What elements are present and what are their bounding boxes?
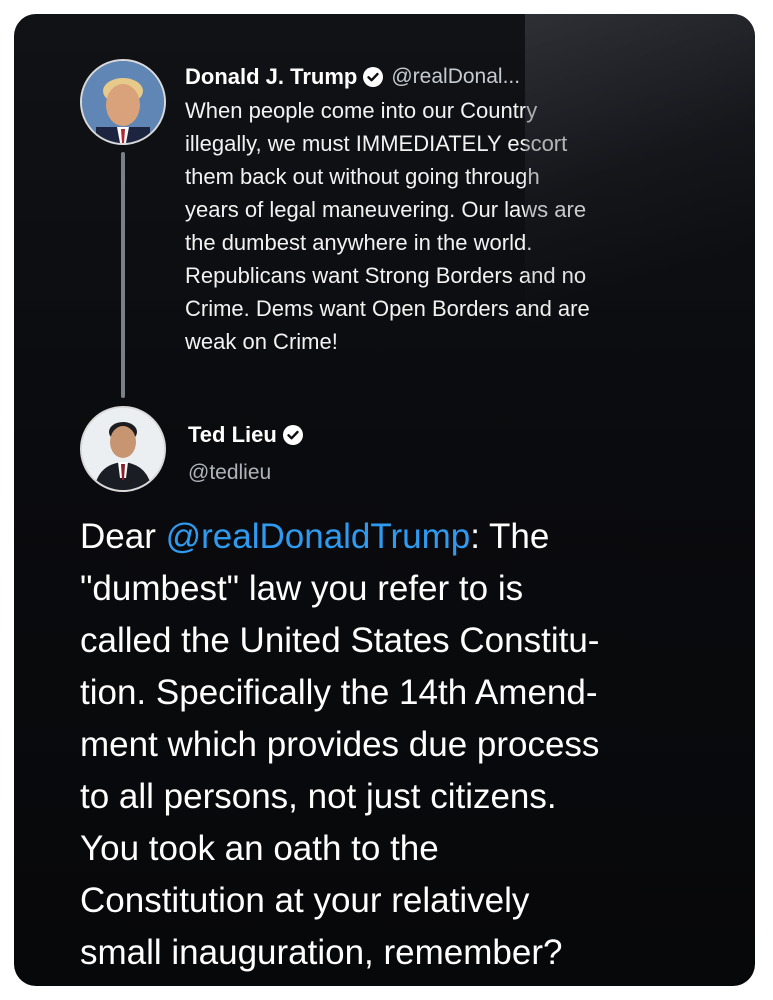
- reply-text-line: to all persons, not just citizens.: [80, 777, 557, 816]
- reply-text-line: "dumbest" law you refer to is: [80, 569, 524, 608]
- parent-author-name[interactable]: Donald J. Trump: [185, 64, 357, 90]
- mention-link[interactable]: @realDonaldTrump: [166, 517, 471, 556]
- reply-text-line: called the United States Constitu-: [80, 621, 600, 660]
- tweet-card: Donald J. Trump @realDonal... When peopl…: [14, 14, 755, 986]
- parent-text-line: When people come into our Country: [185, 98, 538, 123]
- reply-text-line: tion. Specifically the 14th Amend-: [80, 673, 598, 712]
- reply-text-line: Constitution at your relatively: [80, 881, 530, 920]
- parent-tweet-header: Donald J. Trump @realDonal...: [185, 60, 520, 94]
- reply-author-name[interactable]: Ted Lieu: [188, 422, 277, 448]
- verified-badge-icon: [282, 425, 303, 445]
- reply-tweet-header: Ted Lieu: [188, 418, 311, 452]
- parent-text-line: Republicans want Strong Borders and no: [185, 263, 587, 288]
- reply-text-line: ment which provides due process: [80, 725, 600, 764]
- parent-text-line: the dumbest anywhere in the world.: [185, 230, 533, 255]
- trump-avatar[interactable]: [80, 59, 166, 145]
- parent-text-line: illegally, we must IMMEDIATELY escort: [185, 131, 568, 156]
- reply-text-line: Dear @realDonaldTrump: The: [80, 511, 730, 563]
- parent-text-line: years of legal maneuvering. Our laws are: [185, 197, 587, 222]
- lieu-avatar[interactable]: [80, 406, 166, 492]
- parent-tweet-text: When people come into our Country illega…: [185, 94, 730, 358]
- parent-text-line: weak on Crime!: [185, 329, 338, 354]
- reply-text-line: You took an oath to the: [80, 829, 439, 868]
- profile-photo-icon: [82, 408, 164, 490]
- reply-text-prefix: Dear: [80, 517, 166, 556]
- reply-text-suffix: : The: [470, 517, 550, 556]
- parent-text-line: them back out without going through: [185, 164, 540, 189]
- reply-author-handle[interactable]: @tedlieu: [188, 461, 271, 485]
- thread-connector-line: [121, 152, 125, 398]
- reply-tweet-text: Dear @realDonaldTrump: The "dumbest" law…: [80, 511, 730, 979]
- parent-text-line: Crime. Dems want Open Borders and are: [185, 296, 590, 321]
- profile-photo-icon: [82, 61, 164, 143]
- verified-badge-icon: [363, 67, 384, 87]
- parent-author-handle[interactable]: @realDonal...: [391, 65, 520, 89]
- reply-text-line: small inauguration, remember?: [80, 933, 563, 972]
